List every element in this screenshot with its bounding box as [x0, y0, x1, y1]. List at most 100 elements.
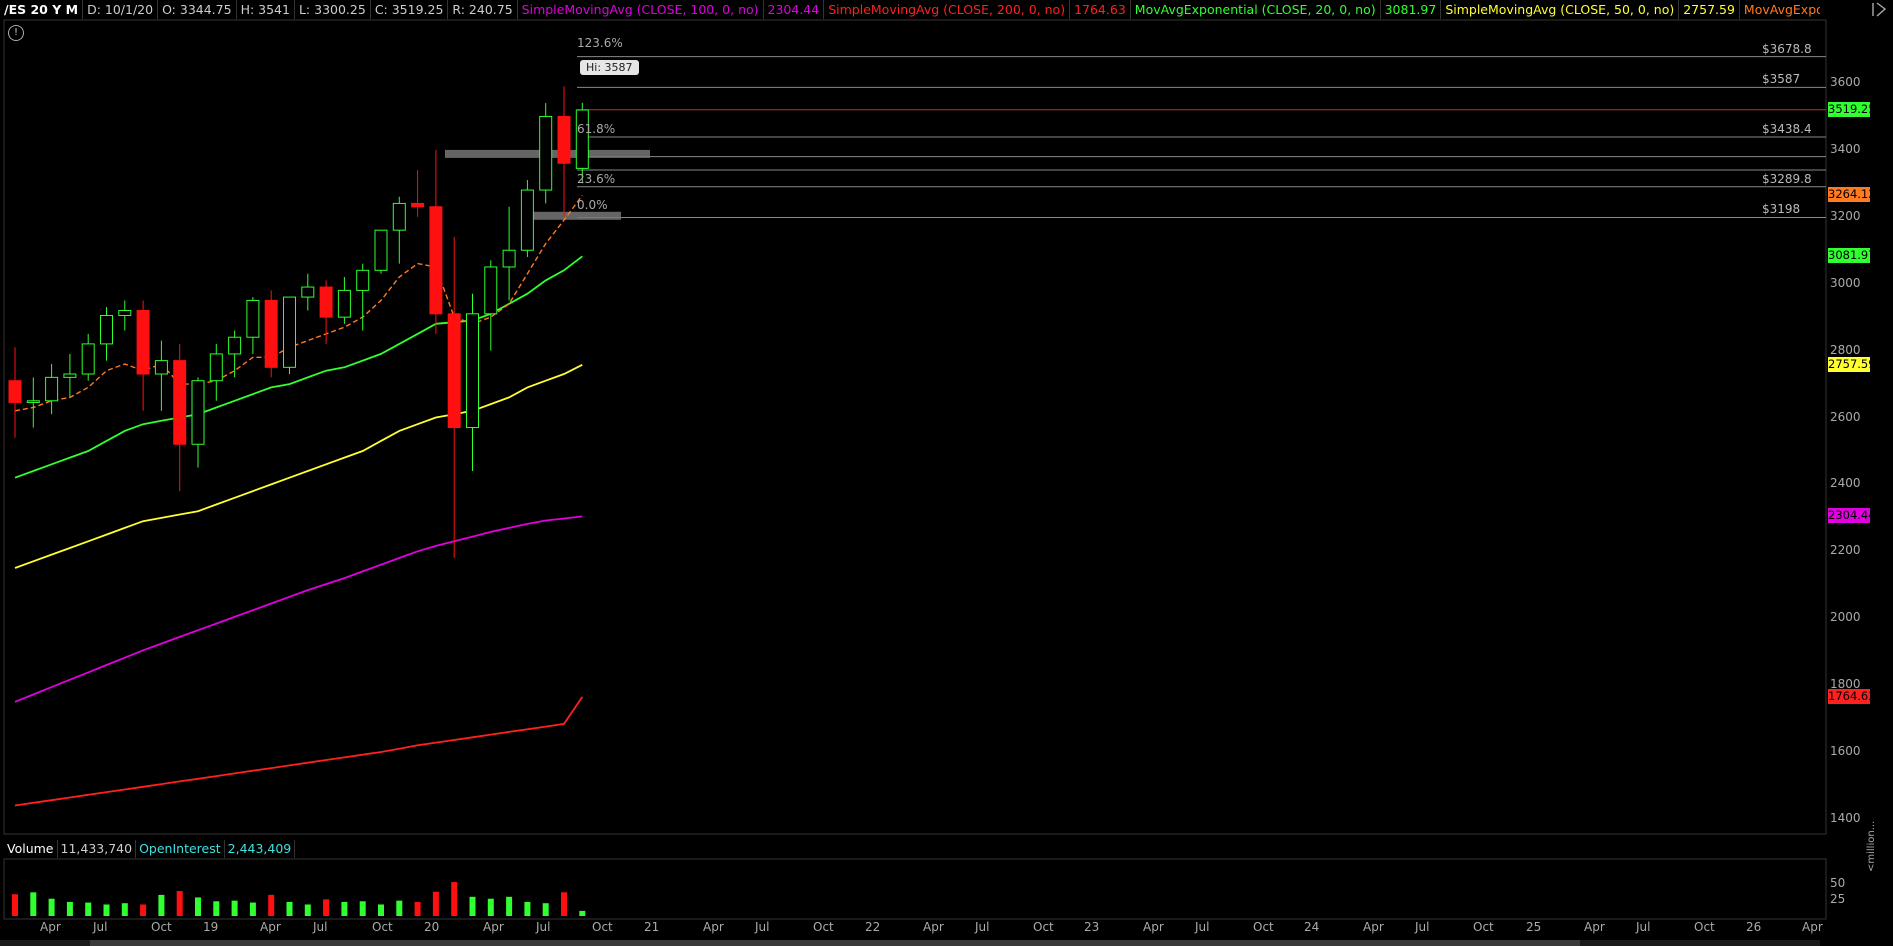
volume-bar-20: [378, 904, 384, 916]
x-tick-23: 24: [1304, 920, 1320, 934]
level-label-2: $3438.4: [1762, 122, 1812, 137]
volume-bar-13: [249, 902, 256, 916]
candle-body-20: [374, 229, 388, 271]
x-tick-26: Oct: [1473, 920, 1494, 934]
volume-tick-1: 25: [1830, 892, 1846, 906]
y-tick-5: 2600: [1830, 409, 1861, 424]
x-tick-19: 23: [1084, 920, 1100, 934]
volume-bar-27: [506, 896, 513, 916]
candle-body-9: [173, 360, 187, 445]
volume-bar-28: [524, 901, 531, 916]
candle-body-28: [520, 189, 534, 251]
candle-body-7: [136, 309, 150, 375]
level-label-3: $3289.8: [1762, 171, 1812, 186]
y-tick-7: 2200: [1830, 543, 1861, 558]
volume-bar-19: [359, 901, 366, 916]
level-label-4: $3198: [1762, 202, 1801, 217]
y-tick-3: 3000: [1830, 275, 1861, 290]
volume-bar-17: [323, 899, 330, 916]
scrollbar-thumb[interactable]: [90, 940, 1580, 946]
x-tick-27: 25: [1526, 920, 1542, 934]
candle-body-23: [429, 206, 443, 315]
candle-body-0: [8, 380, 22, 403]
volume-bar-29: [542, 903, 549, 916]
volume-bar-11: [213, 901, 220, 916]
x-tick-21: Jul: [1195, 920, 1210, 934]
candle-body-25: [466, 313, 479, 429]
candle-body-12: [228, 336, 242, 355]
candle-body-3: [63, 373, 77, 378]
candle-body-4: [81, 343, 95, 375]
volume-bar-4: [85, 902, 92, 916]
price-bubble-5: 1764.63: [1828, 688, 1876, 704]
candle-body-21: [392, 202, 406, 231]
price-bubble-0: 3519.25: [1828, 102, 1876, 117]
x-tick-32: Apr: [1802, 920, 1823, 934]
open-interest-label: OpenInterest: [136, 840, 225, 858]
level-label-1: $3587: [1762, 72, 1801, 87]
ma-line-3: [14, 363, 583, 569]
x-tick-14: Oct: [813, 920, 834, 934]
x-tick-3: 19: [203, 920, 219, 934]
x-tick-31: 26: [1746, 920, 1762, 934]
x-tick-10: Oct: [592, 920, 613, 934]
candle-body-11: [209, 353, 223, 382]
x-tick-22: Oct: [1253, 920, 1274, 934]
candle-body-30: [557, 115, 571, 164]
fib-label-3: 0.0%: [577, 198, 608, 213]
volume-bar-10: [195, 897, 201, 916]
x-tick-4: Apr: [260, 920, 281, 934]
price-chart[interactable]: [0, 0, 1893, 946]
candle-body-6: [118, 309, 132, 316]
x-tick-0: Apr: [40, 920, 61, 934]
x-tick-28: Apr: [1584, 920, 1605, 934]
level-label-0: $3678.8: [1762, 41, 1812, 56]
y-tick-10: 1600: [1830, 744, 1861, 758]
open-interest-value: 2,443,409: [225, 840, 296, 858]
volume-header: Volume 11,433,740 OpenInterest 2,443,409: [4, 840, 296, 858]
candle-body-1: [26, 400, 40, 403]
candle-body-16: [301, 286, 315, 298]
y-tick-11: 1400: [1830, 810, 1861, 825]
volume-bar-1: [30, 892, 37, 916]
fib-label-0: 123.6%: [577, 36, 623, 51]
volume-bars: [12, 882, 586, 916]
price-level-lines: [577, 56, 1826, 218]
high-callout: Hi: 3587: [580, 60, 639, 75]
volume-bar-12: [231, 900, 238, 916]
x-tick-29: Jul: [1636, 920, 1651, 934]
volume-bar-8: [158, 894, 165, 916]
volume-bar-26: [487, 898, 494, 916]
alert-icon[interactable]: !: [8, 25, 24, 41]
x-tick-17: Jul: [975, 920, 990, 934]
y-tick-6: 2400: [1830, 476, 1861, 491]
fib-label-1: 61.8%: [577, 121, 616, 136]
volume-bar-5: [103, 904, 110, 916]
support-zone: [521, 211, 621, 220]
volume-value: 11,433,740: [58, 840, 137, 858]
volume-bar-25: [469, 896, 476, 916]
volume-bar-21: [396, 900, 403, 916]
x-tick-7: 20: [424, 920, 440, 934]
x-tick-30: Oct: [1694, 920, 1715, 934]
volume-bar-9: [176, 891, 183, 916]
candle-body-26: [484, 266, 498, 315]
candle-body-14: [264, 299, 278, 368]
candle-body-5: [100, 314, 113, 345]
volume-label: Volume: [4, 840, 58, 858]
price-bubble-4: 2304.44: [1828, 508, 1876, 524]
candle-body-8: [154, 360, 168, 375]
candle-body-13: [246, 299, 260, 338]
x-tick-1: Jul: [93, 920, 108, 934]
candle-body-10: [191, 380, 205, 445]
x-tick-8: Apr: [483, 920, 504, 934]
price-bubble-1: 3264.12: [1828, 187, 1876, 203]
chart-borders: [3, 19, 1827, 920]
candle-body-17: [319, 286, 333, 318]
y-tick-4: 2800: [1830, 342, 1861, 357]
x-tick-16: Apr: [923, 920, 944, 934]
x-tick-20: Apr: [1143, 920, 1164, 934]
candle-body-31: [575, 109, 589, 169]
volume-bar-15: [286, 901, 293, 916]
volume-bar-22: [414, 901, 421, 916]
